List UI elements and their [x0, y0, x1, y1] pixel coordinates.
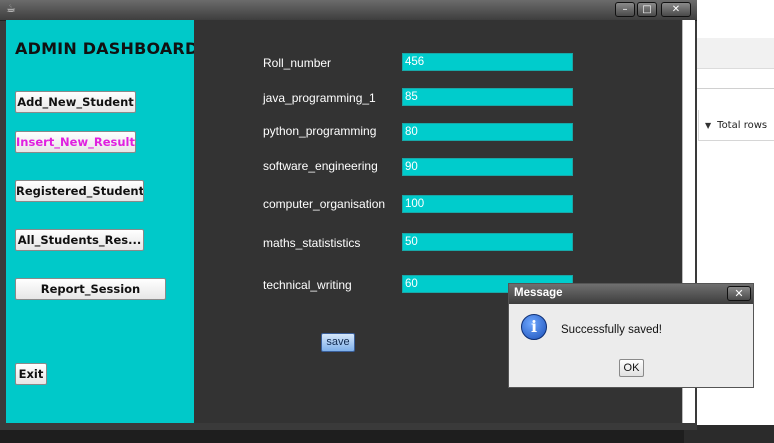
background-bottom-bar — [684, 425, 774, 443]
maths-statistics-label: maths_statististics — [263, 236, 361, 250]
total-rows-column-header[interactable]: ▼ Total rows — [698, 110, 774, 141]
minimize-button[interactable]: – — [615, 2, 635, 17]
sidebar: ADMIN DASHBOARD Add_New_Student Insert_N… — [6, 20, 198, 423]
java-programming-input[interactable]: 85 — [402, 88, 573, 106]
dialog-close-button[interactable]: ✕ — [727, 286, 751, 301]
software-engineering-input[interactable]: 90 — [402, 158, 573, 176]
background-toolbar — [684, 38, 774, 69]
insert-new-result-button[interactable]: Insert_New_Result — [15, 131, 136, 153]
maths-statistics-input[interactable]: 50 — [402, 233, 573, 251]
exit-button[interactable]: Exit — [15, 363, 47, 385]
background-divider — [684, 88, 774, 89]
roll-number-input[interactable]: 456 — [402, 53, 573, 71]
computer-organisation-input[interactable]: 100 — [402, 195, 573, 213]
python-programming-label: python_programming — [263, 124, 377, 138]
chevron-down-icon[interactable]: ▼ — [705, 121, 711, 130]
add-new-student-button[interactable]: Add_New_Student — [15, 91, 136, 113]
java-programming-label: java_programming_1 — [263, 91, 376, 105]
report-session-button[interactable]: Report_Session — [15, 278, 166, 300]
save-button[interactable]: save — [321, 333, 355, 352]
dialog-title: Message — [514, 287, 563, 299]
app-icon: ☕ — [6, 2, 16, 15]
ok-button[interactable]: OK — [619, 359, 644, 377]
python-programming-input[interactable]: 80 — [402, 123, 573, 141]
message-dialog: Message ✕ i Successfully saved! OK — [508, 283, 754, 388]
roll-number-label: Roll_number — [263, 56, 332, 70]
maximize-button[interactable]: □ — [637, 2, 657, 17]
dashboard-title: ADMIN DASHBOARD — [15, 39, 199, 58]
info-icon: i — [521, 314, 547, 340]
title-bar[interactable]: ☕ – □ ✕ — [0, 0, 697, 21]
registered-student-button[interactable]: Registered_Student — [15, 180, 144, 202]
close-window-button[interactable]: ✕ — [661, 2, 691, 17]
technical-writing-label: technical_writing — [263, 278, 352, 292]
computer-organisation-label: computer_organisation — [263, 197, 386, 211]
all-students-results-button[interactable]: All_Students_Res... — [15, 229, 144, 251]
total-rows-label: Total rows — [717, 119, 768, 131]
dialog-title-bar[interactable]: Message ✕ — [509, 284, 753, 304]
dialog-message: Successfully saved! — [561, 324, 662, 336]
software-engineering-label: software_engineering — [263, 159, 378, 173]
